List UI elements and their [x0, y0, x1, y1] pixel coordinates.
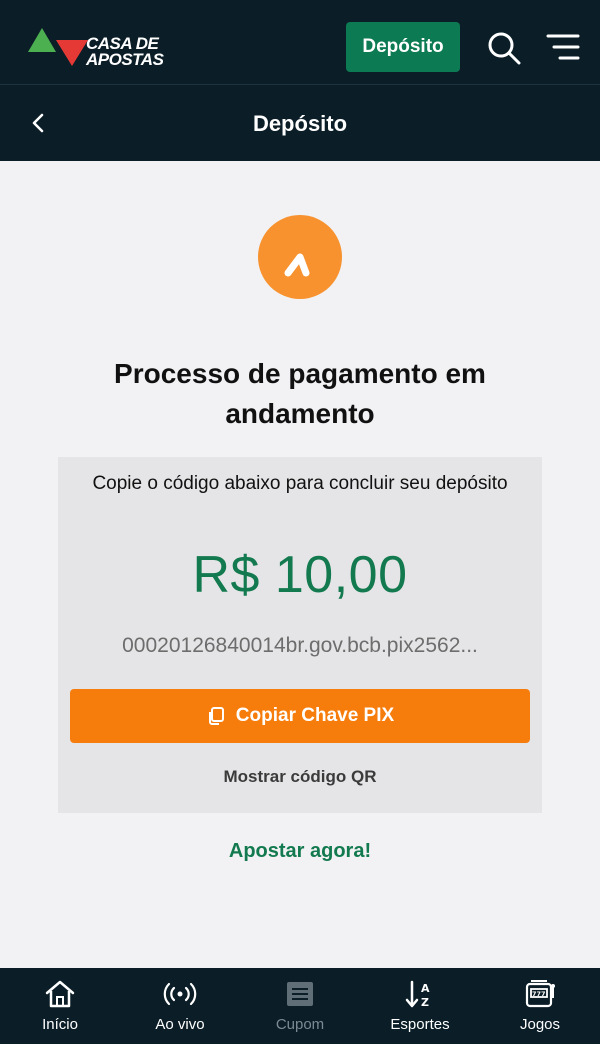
page-title: Depósito	[252, 111, 348, 136]
home-icon	[45, 980, 75, 1008]
casa-de-apostas-logo[interactable]: CASA DE APOSTAS	[28, 26, 168, 70]
coupon-icon	[287, 982, 313, 1006]
copy-pix-key-button[interactable]: Copiar Chave PIX	[70, 689, 530, 743]
svg-text:777: 777	[532, 990, 546, 998]
logo-text: CASA DE APOSTAS	[86, 35, 164, 69]
logo-text-line2: APOSTAS	[86, 50, 164, 69]
payment-status-title: Processo de pagamento em andamento	[114, 358, 486, 429]
top-header: CASA DE APOSTAS Depósito	[0, 0, 600, 85]
svg-text:Z: Z	[421, 996, 429, 1009]
bottom-navigation: Início Ao vivo Cupom A Z Esportes 777 Jo…	[0, 968, 600, 1044]
nav-item-esportes[interactable]: A Z Esportes	[360, 968, 480, 1044]
payment-provider-logo	[258, 215, 342, 299]
arrow-up-logo-icon	[284, 253, 310, 277]
slot-machine-icon: 777	[525, 980, 555, 1008]
svg-text:A: A	[421, 982, 430, 995]
live-icon	[163, 982, 197, 1006]
deposit-button[interactable]: Depósito	[346, 22, 460, 72]
copy-instruction: Copie o código abaixo para concluir seu …	[92, 473, 508, 494]
deposit-amount: R$ 10,00	[192, 546, 408, 604]
menu-icon[interactable]	[544, 30, 580, 66]
nav-item-jogos[interactable]: 777 Jogos	[480, 968, 600, 1044]
page-header: Depósito	[0, 85, 600, 161]
copy-pix-key-label: Copiar Chave PIX	[235, 705, 395, 726]
nav-label-inicio: Início	[42, 1016, 78, 1033]
copy-icon	[208, 707, 224, 725]
nav-label-esportes: Esportes	[390, 1016, 450, 1033]
nav-item-cupom[interactable]: Cupom	[240, 968, 360, 1044]
search-icon[interactable]	[486, 30, 522, 66]
nav-label-ao-vivo: Ao vivo	[155, 1016, 205, 1033]
pix-payment-panel: Copie o código abaixo para concluir seu …	[58, 457, 542, 813]
nav-item-ao-vivo[interactable]: Ao vivo	[120, 968, 240, 1044]
bet-now-link[interactable]: Apostar agora!	[0, 840, 600, 863]
nav-item-inicio[interactable]: Início	[0, 968, 120, 1044]
pix-code[interactable]: 00020126840014br.gov.bcb.pix2562...	[58, 634, 542, 658]
logo-triangles-icon	[28, 28, 88, 66]
nav-label-jogos: Jogos	[519, 1016, 561, 1033]
nav-label-cupom: Cupom	[275, 1016, 325, 1033]
sports-sort-icon: A Z	[405, 980, 430, 1009]
show-qr-code-link[interactable]: Mostrar código QR	[58, 767, 542, 787]
